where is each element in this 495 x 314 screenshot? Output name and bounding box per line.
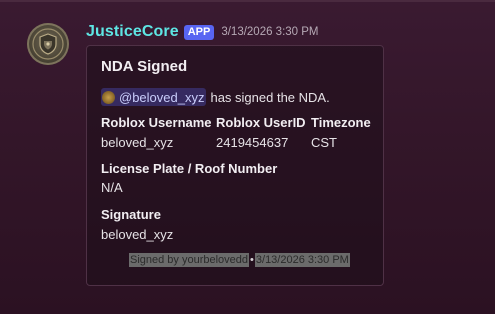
embed-card: NDA Signed @beloved_xyz has signed the N…	[86, 45, 384, 286]
footer-timestamp: 3/13/2026 3:30 PM	[254, 253, 350, 267]
user-avatar-icon	[102, 90, 115, 104]
embed-title: NDA Signed	[101, 58, 188, 75]
field-value-license-plate: N/A	[101, 180, 123, 195]
footer-text: Signed by yourbelovedd	[129, 253, 250, 267]
field-value-timezone: CST	[311, 135, 337, 150]
message-timestamp[interactable]: 3/13/2026 3:30 PM	[221, 26, 318, 38]
chat-message: JusticeCore APP 3/13/2026 3:30 PM NDA Si…	[0, 0, 495, 314]
field-name-license-plate: License Plate / Roof Number	[101, 161, 278, 176]
field-value-signature: beloved_xyz	[101, 227, 174, 242]
user-mention[interactable]: @beloved_xyz	[101, 88, 207, 106]
field-value-roblox-username: beloved_xyz	[101, 135, 174, 150]
footer-separator: •	[250, 254, 254, 266]
field-name-roblox-userid: Roblox UserID	[216, 115, 306, 130]
avatar[interactable]	[27, 23, 69, 65]
embed-description: @beloved_xyz has signed the NDA.	[101, 88, 330, 106]
embed-footer: Signed by yourbelovedd • 3/13/2026 3:30 …	[129, 252, 350, 268]
author-name[interactable]: JusticeCore	[86, 23, 179, 41]
app-badge: APP	[183, 24, 215, 40]
message-header: JusticeCore APP 3/13/2026 3:30 PM	[86, 21, 319, 43]
mention-label: @beloved_xyz	[119, 89, 205, 105]
shield-badge-icon	[32, 28, 64, 60]
field-name-signature: Signature	[101, 207, 161, 222]
field-value-roblox-userid: 2419454637	[216, 135, 289, 150]
description-text: has signed the NDA.	[210, 89, 330, 105]
field-name-roblox-username: Roblox Username	[101, 115, 212, 130]
field-name-timezone: Timezone	[311, 115, 371, 130]
